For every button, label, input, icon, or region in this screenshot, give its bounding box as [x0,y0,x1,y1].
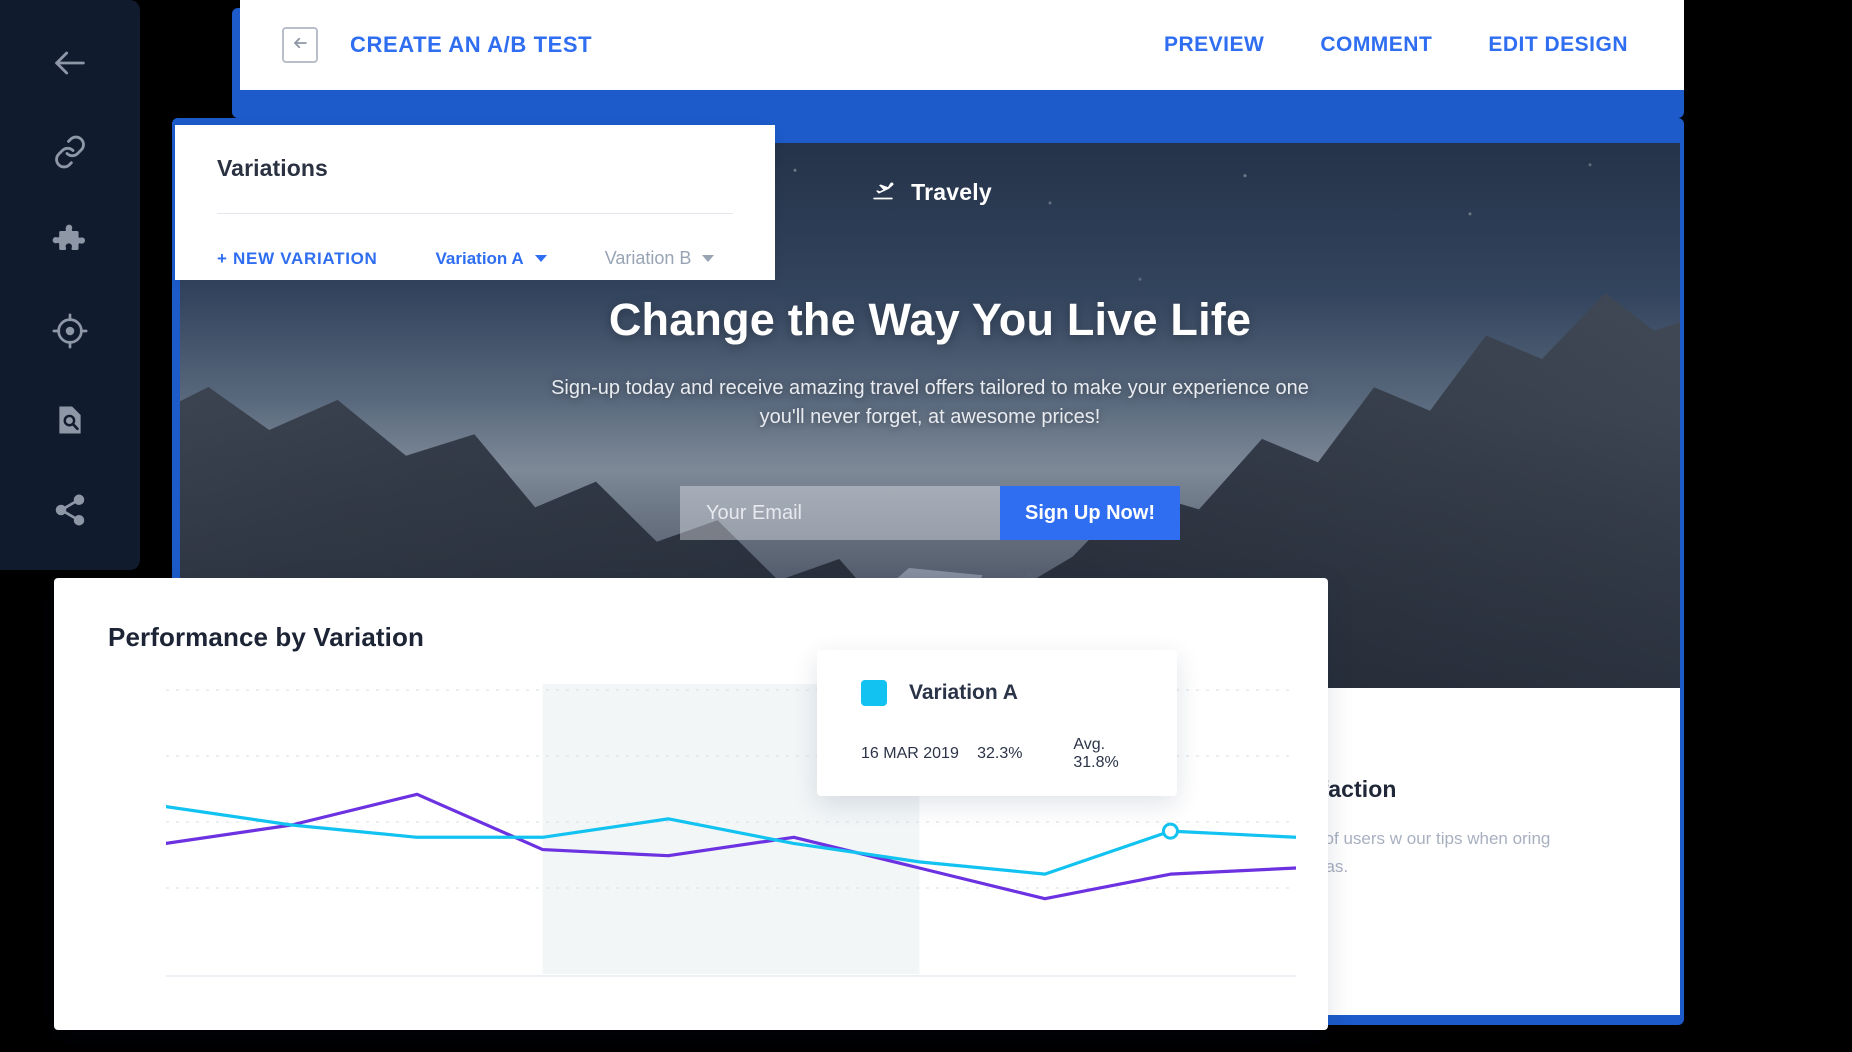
new-variation-button[interactable]: + NEW VARIATION [217,249,378,269]
variations-panel: Variations + NEW VARIATION Variation A V… [175,125,775,280]
chart-active-point[interactable] [1161,822,1179,840]
airplane-takeoff-icon [868,177,898,208]
comment-button[interactable]: COMMENT [1320,33,1432,57]
screen: CREATE AN A/B TEST PREVIEW COMMENT EDIT … [0,0,1852,1052]
sidebar-item-audit[interactable] [38,391,102,449]
chevron-down-icon [534,255,547,262]
page-title: CREATE AN A/B TEST [350,32,593,57]
puzzle-icon [52,224,88,260]
document-search-icon [53,403,87,437]
chevron-down-icon [702,255,715,262]
back-to-panel-icon [290,33,310,58]
edit-design-button[interactable]: EDIT DESIGN [1488,33,1628,57]
back-to-panel-button[interactable] [282,27,318,63]
left-sidebar [0,0,140,570]
preview-button[interactable]: PREVIEW [1164,33,1264,57]
chart-tooltip: Variation A 16 MAR 2019 32.3% Avg. 31.8% [817,650,1177,796]
tab-variation-b-label: Variation B [604,248,692,268]
divider [217,213,733,214]
back-arrow-icon [50,43,90,83]
tooltip-date: 16 MAR 2019 [861,745,959,762]
series-color-swatch [861,680,887,706]
performance-chart-card: Performance by Variation [54,578,1328,1030]
sidebar-item-share[interactable] [38,481,102,539]
sidebar-item-integrations[interactable] [38,213,102,271]
brand: Travely [868,177,992,208]
signup-button[interactable]: Sign Up Now! [1000,486,1180,540]
sidebar-item-back[interactable] [38,34,102,92]
tab-variation-a-label: Variation A [435,248,524,268]
sidebar-item-link[interactable] [38,123,102,181]
tooltip-average: Avg. 31.8% [1073,736,1119,771]
tooltip-value: 32.3% [977,745,1023,762]
variations-title: Variations [217,155,328,181]
chart-title: Performance by Variation [108,622,424,652]
hero-heading: Change the Way You Live Life [608,294,1252,345]
app-header: CREATE AN A/B TEST PREVIEW COMMENT EDIT … [240,0,1684,90]
sidebar-item-goals[interactable] [38,302,102,360]
signup-form: Sign Up Now! [680,486,1180,540]
share-icon [52,492,88,528]
brand-name: Travely [911,179,992,205]
tab-variation-b[interactable]: Variation B [605,248,715,269]
tooltip-stats: 16 MAR 2019 32.3% Avg. 31.8% [861,736,1141,772]
tab-variation-a[interactable]: Variation A [436,249,547,269]
tooltip-series-label: Variation A [909,681,1018,704]
hero-subheading: Sign-up today and receive amazing travel… [551,377,1309,428]
header-actions: PREVIEW COMMENT EDIT DESIGN [1164,33,1628,57]
target-icon [51,312,89,350]
link-icon [52,134,88,170]
email-input[interactable] [680,486,1000,540]
variations-tabs: + NEW VARIATION Variation A Variation B [217,248,733,269]
tooltip-header: Variation A [861,680,1141,706]
